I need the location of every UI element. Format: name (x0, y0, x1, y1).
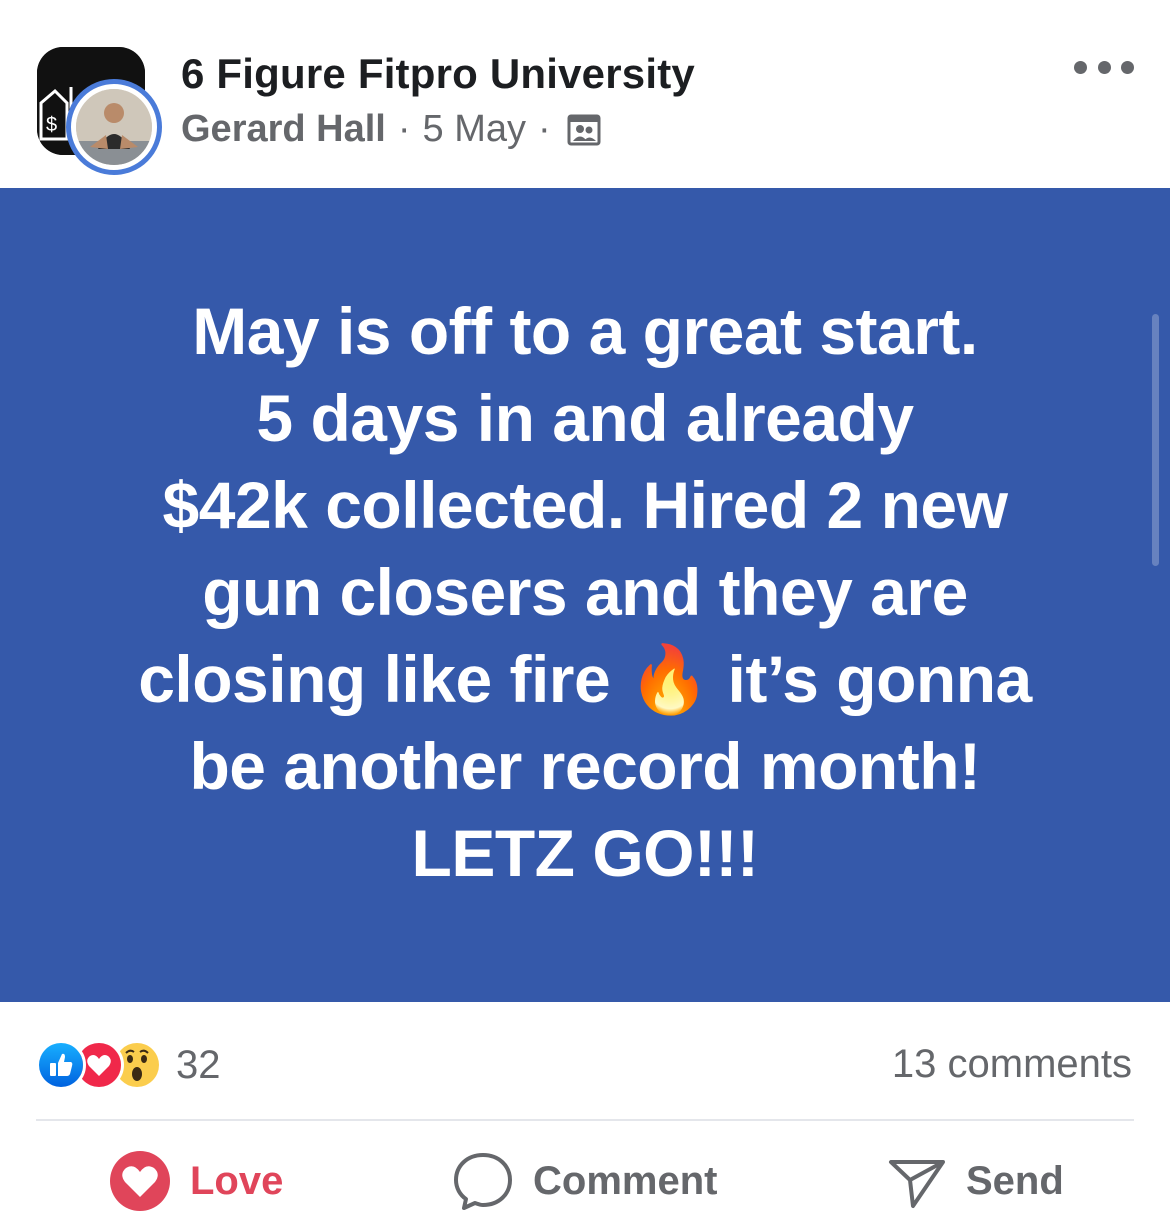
love-button[interactable]: Love (110, 1151, 283, 1211)
post-line: closing like fire 🔥 it’s gonna (138, 642, 1032, 716)
comment-button[interactable]: Comment (453, 1151, 717, 1211)
more-options-icon[interactable] (1074, 52, 1134, 82)
post-meta: Gerard Hall · 5 May · (181, 108, 601, 151)
scrollbar[interactable] (1152, 314, 1159, 566)
post-text-banner: May is off to a great start. 5 days in a… (0, 188, 1170, 1002)
meta-separator: · (397, 108, 411, 150)
send-icon (889, 1160, 945, 1208)
love-label: Love (190, 1158, 284, 1203)
comment-label: Comment (533, 1158, 718, 1203)
divider (36, 1119, 1134, 1121)
post-header: $ 6 Figure Fitpro University Gerard Hall… (0, 0, 1170, 188)
post-line: $42k collected. Hired 2 new (162, 468, 1008, 542)
post-date[interactable]: 5 May (423, 108, 526, 151)
author-avatar[interactable] (66, 79, 162, 175)
post-actions: Love Comment Send (0, 1125, 1170, 1228)
reactions-summary[interactable]: 32 (36, 1040, 221, 1090)
like-icon (36, 1040, 86, 1090)
comment-icon (454, 1153, 512, 1210)
members-icon (567, 113, 601, 147)
post-line: LETZ GO!!! (411, 816, 759, 890)
post-line: be another record month! (189, 729, 981, 803)
post-line: May is off to a great start. (192, 294, 978, 368)
post-stats: 32 13 comments (0, 1002, 1170, 1122)
send-button[interactable]: Send (888, 1151, 1064, 1211)
post-line: 5 days in and already (256, 381, 914, 455)
love-icon (110, 1151, 170, 1211)
post-line: gun closers and they are (202, 555, 968, 629)
send-label: Send (966, 1158, 1064, 1203)
author-name[interactable]: Gerard Hall (181, 108, 386, 151)
comments-count[interactable]: 13 comments (892, 1042, 1132, 1087)
svg-text:$: $ (46, 114, 57, 136)
meta-separator: · (538, 108, 551, 150)
reaction-count: 32 (176, 1042, 221, 1087)
post-text: May is off to a great start. 5 days in a… (60, 288, 1110, 897)
group-name[interactable]: 6 Figure Fitpro University (181, 50, 695, 98)
